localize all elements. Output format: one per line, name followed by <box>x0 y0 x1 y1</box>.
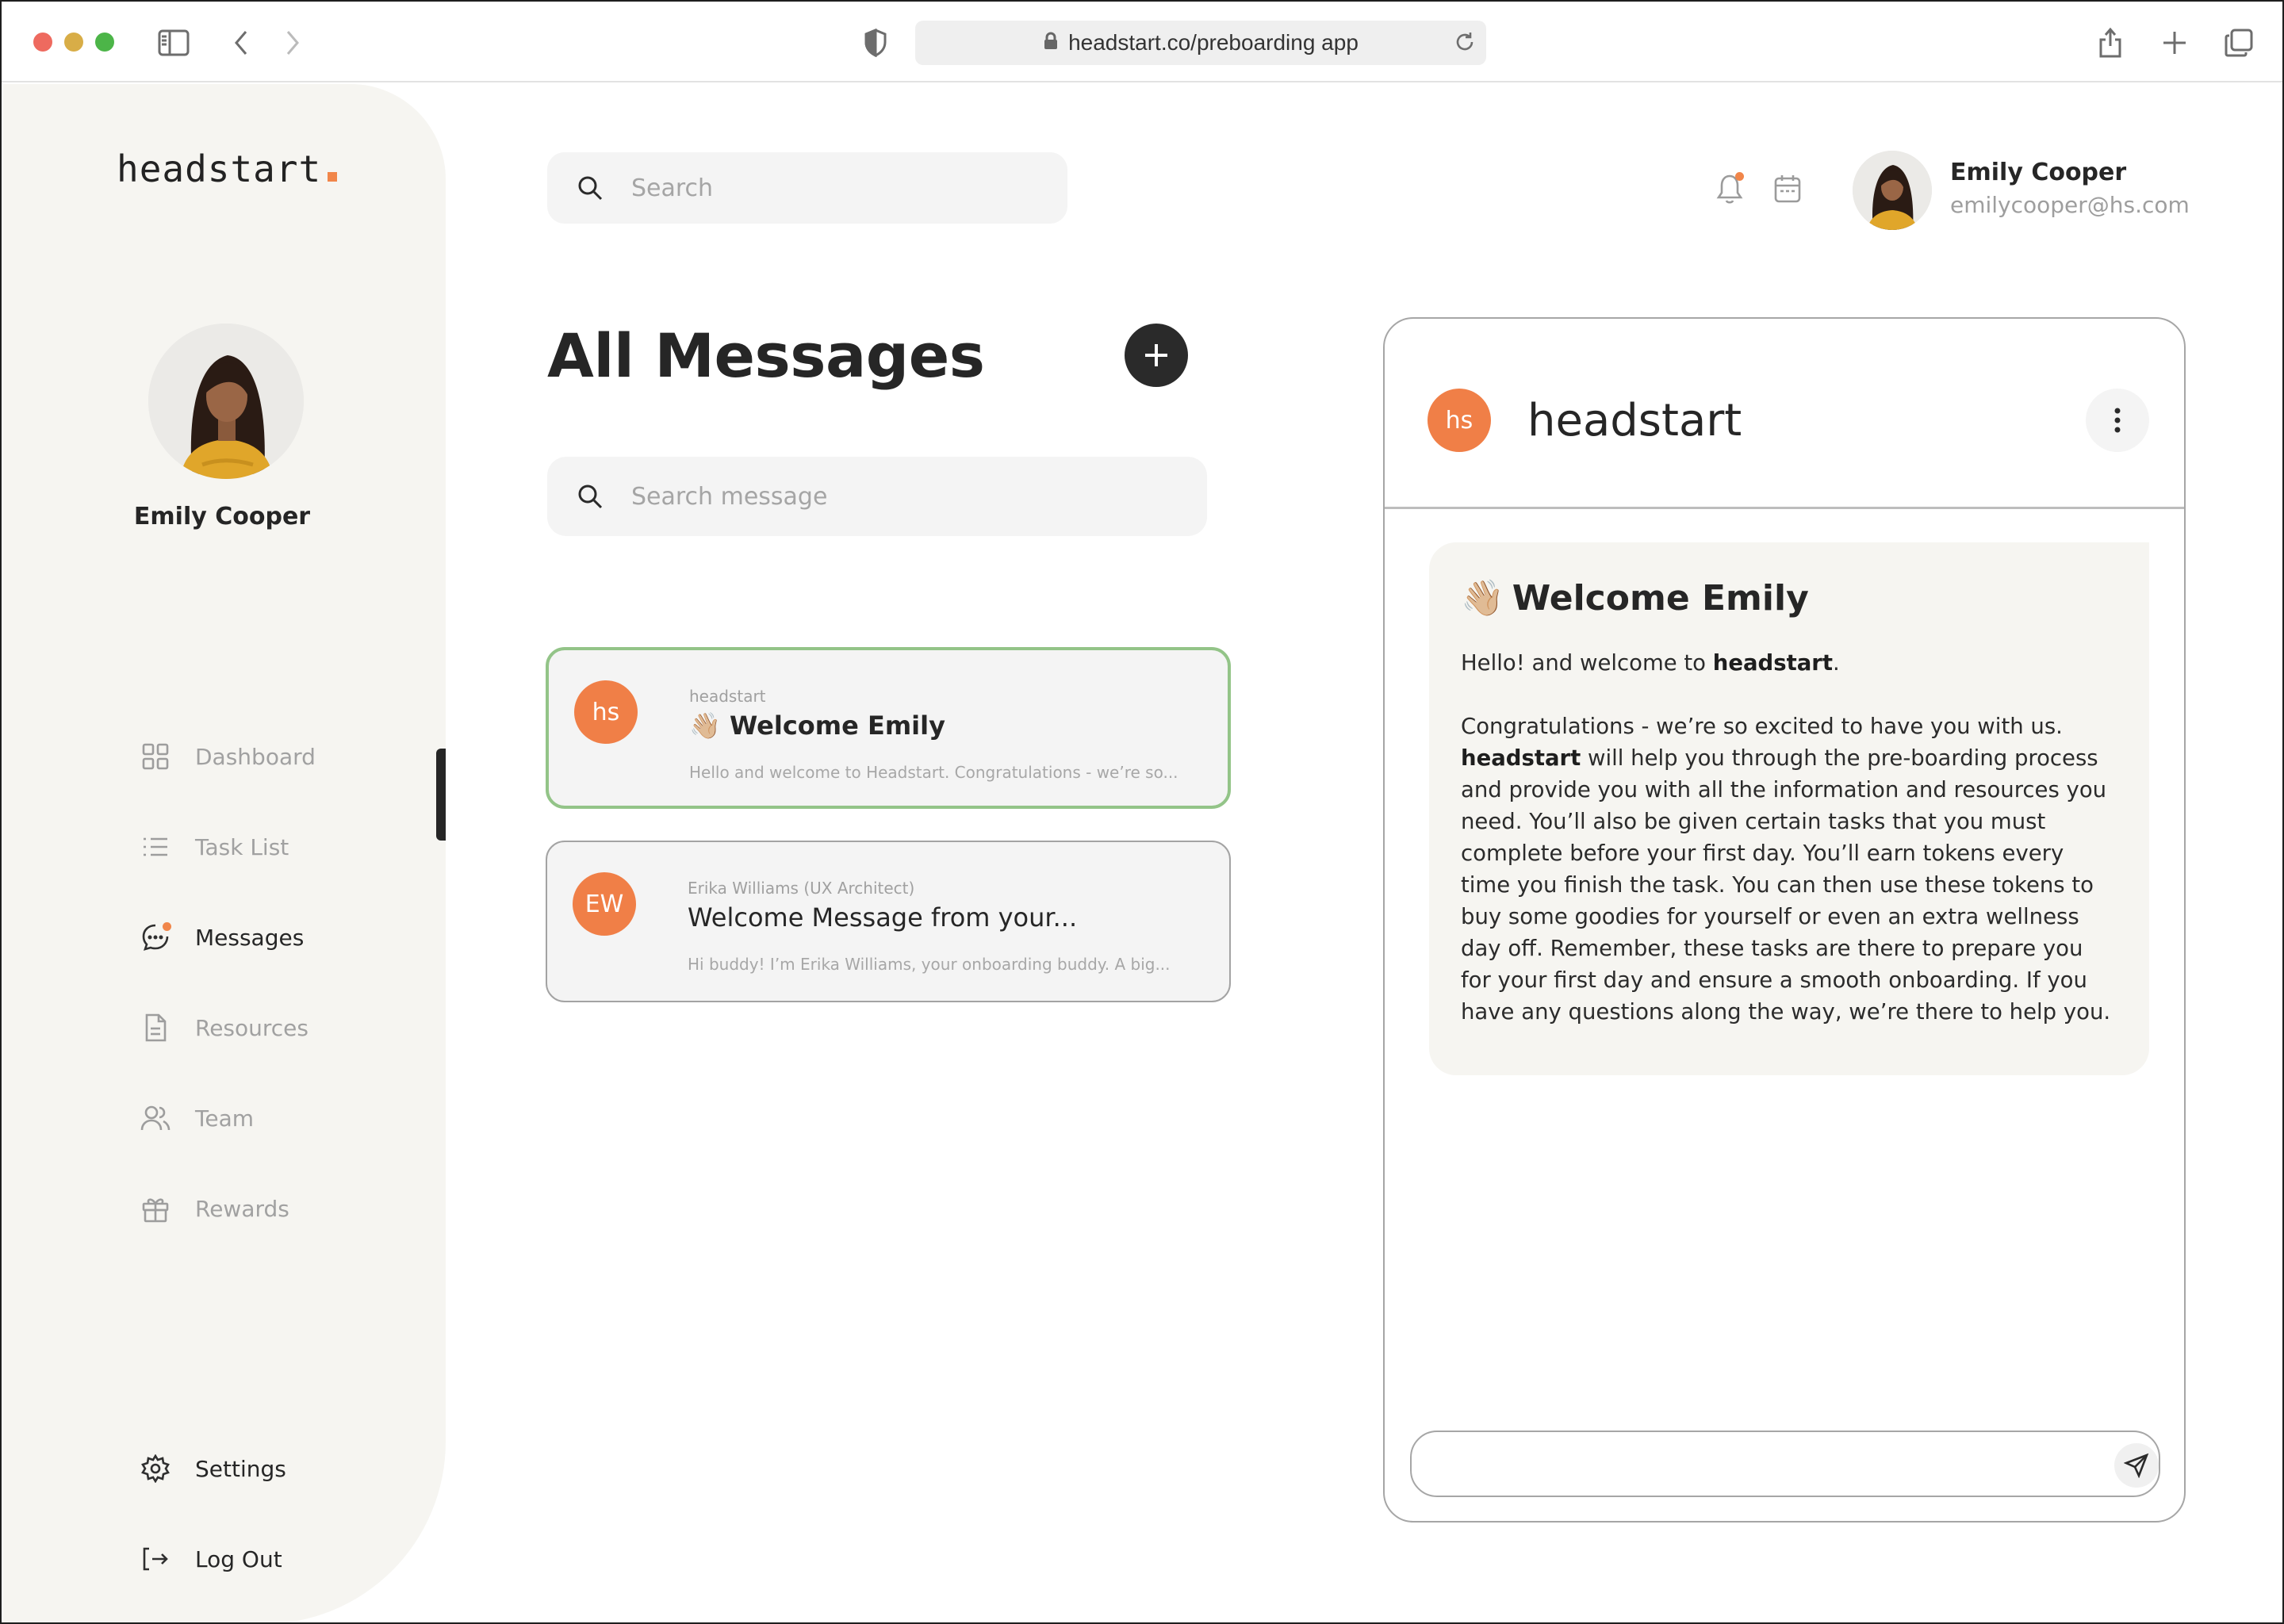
global-search[interactable]: Search <box>547 152 1067 224</box>
sidebar: headstart Emily Cooper Dashboard Task Li… <box>3 84 446 1622</box>
send-button[interactable] <box>2114 1443 2159 1488</box>
maximize-window-button[interactable] <box>95 33 114 52</box>
nav-logout[interactable]: Log Out <box>140 1535 282 1583</box>
sender-avatar: EW <box>573 872 636 936</box>
nav-label: Log Out <box>195 1545 282 1572</box>
nav-label: Team <box>195 1105 255 1132</box>
message-preview: Hello and welcome to Headstart. Congratu… <box>689 763 1178 782</box>
url-text: headstart.co/preboarding app <box>1068 30 1359 55</box>
nav-label: Messages <box>195 924 305 951</box>
profile-avatar <box>148 324 304 479</box>
message-subject: 👋🏼 Welcome Emily <box>689 710 945 741</box>
search-placeholder: Search <box>631 174 714 202</box>
message-card[interactable]: hs headstart 👋🏼 Welcome Emily Hello and … <box>546 647 1231 809</box>
users-icon <box>140 1102 171 1134</box>
sender-avatar: hs <box>574 680 638 744</box>
address-bar[interactable]: headstart.co/preboarding app <box>915 21 1486 65</box>
nav-label: Dashboard <box>195 743 316 770</box>
profile-name: Emily Cooper <box>133 503 311 530</box>
nav-messages[interactable]: Messages <box>140 914 304 961</box>
share-icon[interactable] <box>2093 25 2128 60</box>
search-icon <box>573 479 607 514</box>
lock-icon <box>1043 32 1059 54</box>
notifications-icon[interactable] <box>1714 171 1746 206</box>
close-window-button[interactable] <box>33 33 52 52</box>
reload-icon[interactable] <box>1453 30 1477 57</box>
active-nav-indicator <box>436 749 446 841</box>
conversation-header: hs headstart <box>1385 319 2184 509</box>
message-input[interactable] <box>1410 1431 2160 1497</box>
more-options-button[interactable] <box>2086 389 2149 452</box>
message-sender: headstart <box>689 687 766 706</box>
new-tab-icon[interactable] <box>2157 25 2192 60</box>
tab-overview-icon[interactable] <box>2221 25 2256 60</box>
nav-dashboard[interactable]: Dashboard <box>140 733 316 780</box>
new-message-button[interactable] <box>1125 324 1188 387</box>
send-icon <box>2124 1453 2149 1478</box>
more-vertical-icon <box>2114 408 2121 433</box>
calendar-icon[interactable] <box>1772 171 1803 206</box>
search-placeholder: Search message <box>631 482 828 511</box>
nav-settings[interactable]: Settings <box>140 1445 286 1492</box>
nav-resources[interactable]: Resources <box>140 1004 308 1051</box>
bubble-body: Hello! and welcome to headstart. Congrat… <box>1461 647 2117 1028</box>
message-card[interactable]: EW Erika Williams (UX Architect) Welcome… <box>546 841 1231 1002</box>
back-icon[interactable] <box>224 25 259 60</box>
logout-icon <box>140 1543 171 1575</box>
app-window: headstart.co/preboarding app headstart E… <box>0 0 2284 1624</box>
conversation-avatar: hs <box>1428 389 1491 452</box>
bubble-title: 👋🏼 Welcome Emily <box>1461 577 1809 619</box>
plus-icon <box>1145 344 1167 366</box>
nav-label: Settings <box>195 1455 286 1482</box>
user-email: emilycooper@hs.com <box>1950 192 2190 218</box>
logo[interactable]: headstart <box>117 147 338 190</box>
welcome-paragraph: Congratulations - we’re so excited to ha… <box>1461 714 2111 1025</box>
nav-team[interactable]: Team <box>140 1094 254 1142</box>
shield-icon[interactable] <box>858 25 893 60</box>
wave-icon: 👋🏼 <box>689 710 721 741</box>
message-bubble: 👋🏼 Welcome Emily Hello! and welcome to h… <box>1429 542 2149 1075</box>
nav-label: Rewards <box>195 1195 289 1222</box>
greeting-text: Hello! and welcome to headstart. <box>1461 650 1840 676</box>
nav-label: Resources <box>195 1014 308 1041</box>
message-subject: Welcome Message from your... <box>688 902 1078 933</box>
document-icon <box>140 1012 171 1044</box>
user-name: Emily Cooper <box>1950 159 2127 186</box>
conversation-panel: hs headstart 👋🏼 Welcome Emily Hello! and… <box>1383 317 2186 1522</box>
chat-icon <box>140 921 171 953</box>
message-preview: Hi buddy! I’m Erika Williams, your onboa… <box>688 955 1171 974</box>
gear-icon <box>140 1453 171 1484</box>
message-sender: Erika Williams (UX Architect) <box>688 879 915 898</box>
minimize-window-button[interactable] <box>64 33 83 52</box>
wave-icon: 👋🏼 <box>1461 578 1504 619</box>
sidebar-toggle-icon[interactable] <box>156 25 191 60</box>
list-icon <box>140 831 171 863</box>
gift-icon <box>140 1193 171 1224</box>
grid-icon <box>140 741 171 772</box>
nav-task-list[interactable]: Task List <box>140 823 289 871</box>
message-search[interactable]: Search message <box>547 457 1207 536</box>
search-icon <box>573 170 607 205</box>
conversation-title: headstart <box>1527 395 1742 446</box>
browser-toolbar: headstart.co/preboarding app <box>2 2 2282 82</box>
nav-rewards[interactable]: Rewards <box>140 1185 289 1232</box>
user-avatar[interactable] <box>1853 151 1932 230</box>
forward-icon[interactable] <box>275 25 310 60</box>
page-title: All Messages <box>547 320 985 391</box>
nav-label: Task List <box>195 833 289 860</box>
